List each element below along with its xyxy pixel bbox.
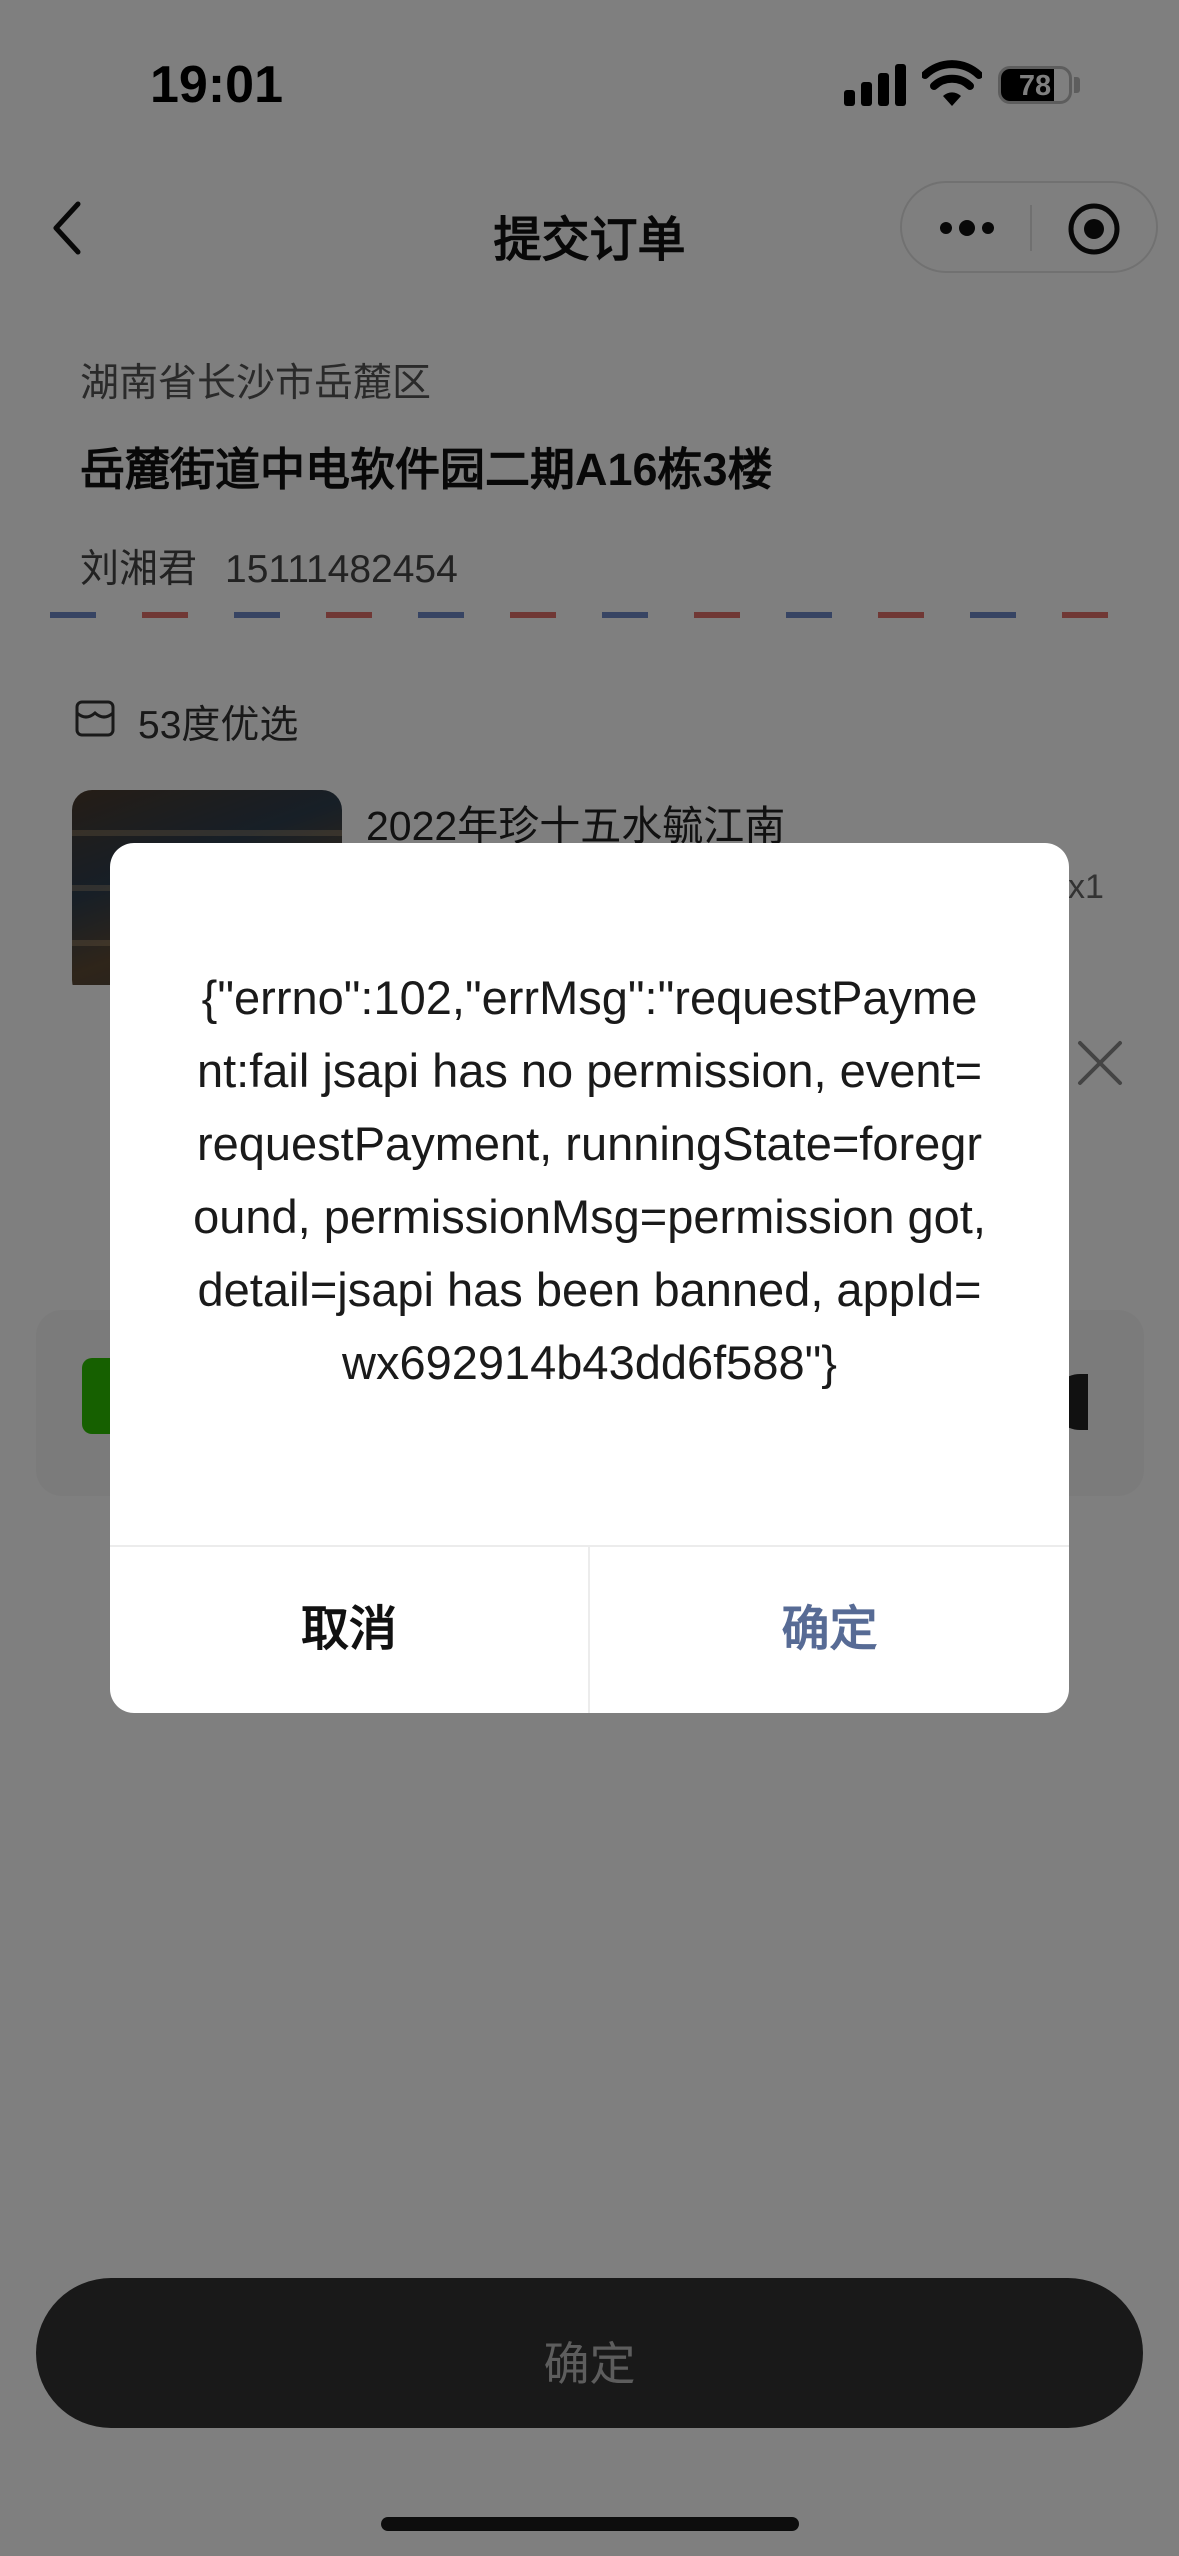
- dialog-message: {"errno":102,"errMsg":"requestPayment:fa…: [193, 971, 986, 1389]
- ok-button[interactable]: 确定: [590, 1547, 1069, 1713]
- error-dialog: {"errno":102,"errMsg":"requestPayment:fa…: [110, 843, 1069, 1713]
- cancel-button[interactable]: 取消: [110, 1547, 588, 1713]
